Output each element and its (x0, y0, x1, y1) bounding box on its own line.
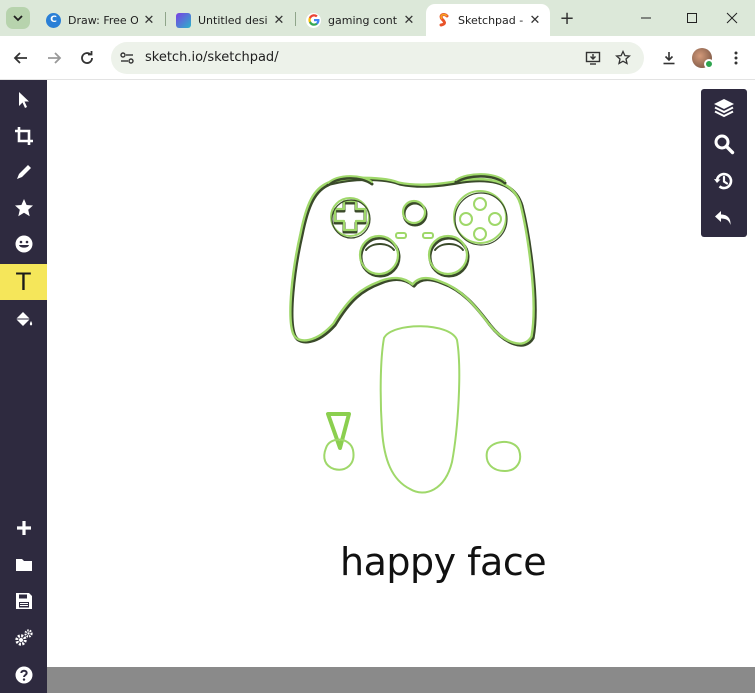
tool-pencil[interactable] (0, 154, 47, 190)
sketchpad-s-icon (436, 12, 451, 28)
browser-toolbar: sketch.io/sketchpad/ (0, 36, 755, 80)
downloads-button[interactable] (657, 46, 681, 70)
tab-untitled-design[interactable]: Untitled desi ✕ (166, 4, 294, 36)
tool-emoji[interactable] (0, 226, 47, 262)
oval-shape (379, 325, 461, 494)
star-icon (14, 199, 33, 217)
back-button[interactable] (9, 46, 33, 70)
help-icon (15, 666, 32, 684)
paint-bucket-icon (15, 312, 32, 326)
undo-button[interactable] (701, 200, 747, 236)
tab-title: gaming cont (328, 13, 398, 27)
tab-title: Draw: Free O (68, 13, 138, 27)
install-app-icon[interactable] (584, 49, 602, 67)
tool-save[interactable] (0, 583, 47, 619)
tab-sketchpad[interactable]: Sketchpad - ✕ (426, 4, 550, 36)
zoom-button[interactable] (701, 126, 747, 162)
tool-fill[interactable] (0, 302, 47, 338)
chevron-down-icon (13, 15, 23, 22)
tool-sidebar: T (0, 80, 47, 693)
minimize-icon (641, 17, 651, 19)
canva-c-icon: C (46, 12, 61, 28)
canva-square-icon (176, 12, 191, 28)
text-icon: T (16, 268, 31, 296)
plus-icon (16, 521, 31, 535)
tab-draw[interactable]: C Draw: Free O ✕ (36, 4, 164, 36)
close-icon[interactable]: ✕ (402, 13, 416, 28)
close-window-button[interactable] (709, 6, 755, 30)
canvas-bottom-bar (47, 667, 755, 693)
right-toolbar (701, 89, 747, 237)
tool-select[interactable] (0, 82, 47, 118)
url-text[interactable]: sketch.io/sketchpad/ (145, 50, 279, 65)
google-g-icon (306, 12, 321, 28)
browser-menu-button[interactable] (724, 46, 748, 70)
tool-settings[interactable] (0, 620, 47, 656)
tab-gaming-controller[interactable]: gaming cont ✕ (296, 4, 424, 36)
pencil-icon (16, 165, 31, 179)
tab-strip: C Draw: Free O ✕ Untitled desi ✕ gaming … (0, 0, 755, 36)
reload-button[interactable] (75, 46, 99, 70)
gears-icon (14, 629, 33, 646)
layers-button[interactable] (701, 90, 747, 126)
zoom-icon (714, 134, 735, 155)
floppy-icon (15, 593, 32, 609)
dpad (333, 201, 367, 234)
history-button[interactable] (701, 163, 747, 199)
tool-new[interactable] (0, 510, 47, 546)
tool-help[interactable] (0, 657, 47, 693)
emoji-icon (15, 235, 32, 253)
history-icon (714, 172, 733, 190)
sync-status-badge (704, 59, 714, 69)
plus-icon: + (559, 7, 575, 29)
maximize-icon (687, 13, 697, 23)
undo-icon (715, 211, 731, 225)
close-icon[interactable]: ✕ (272, 13, 286, 28)
tab-search-button[interactable] (6, 7, 30, 29)
close-icon[interactable]: ✕ (142, 13, 156, 28)
layers-icon (714, 99, 734, 118)
drawing-canvas[interactable]: happy face (47, 80, 755, 667)
tool-open[interactable] (0, 547, 47, 583)
tab-title: Untitled desi (198, 13, 268, 27)
site-info-icon[interactable] (119, 50, 135, 66)
new-tab-button[interactable]: + (558, 7, 576, 29)
arrow-left-icon (13, 52, 27, 64)
tool-stamp[interactable] (0, 190, 47, 226)
tab-title: Sketchpad - (458, 13, 524, 27)
folder-icon (15, 559, 32, 571)
close-icon (726, 12, 738, 24)
address-bar[interactable]: sketch.io/sketchpad/ (111, 42, 644, 74)
kebab-menu-icon (734, 51, 738, 65)
download-icon (663, 52, 675, 65)
tool-text[interactable]: T (0, 264, 47, 300)
close-icon[interactable]: ✕ (528, 13, 542, 28)
reload-icon (81, 51, 93, 64)
bookmark-star-icon[interactable] (614, 49, 632, 67)
triangle-shape (326, 412, 351, 450)
arrow-right-icon (48, 52, 62, 64)
forward-button[interactable] (42, 46, 66, 70)
minimize-button[interactable] (623, 6, 669, 30)
crop-icon (14, 127, 33, 145)
canvas-text-caption[interactable]: happy face (340, 540, 547, 584)
right-blob (485, 441, 522, 472)
cursor-icon (18, 92, 29, 108)
tool-crop[interactable] (0, 118, 47, 154)
